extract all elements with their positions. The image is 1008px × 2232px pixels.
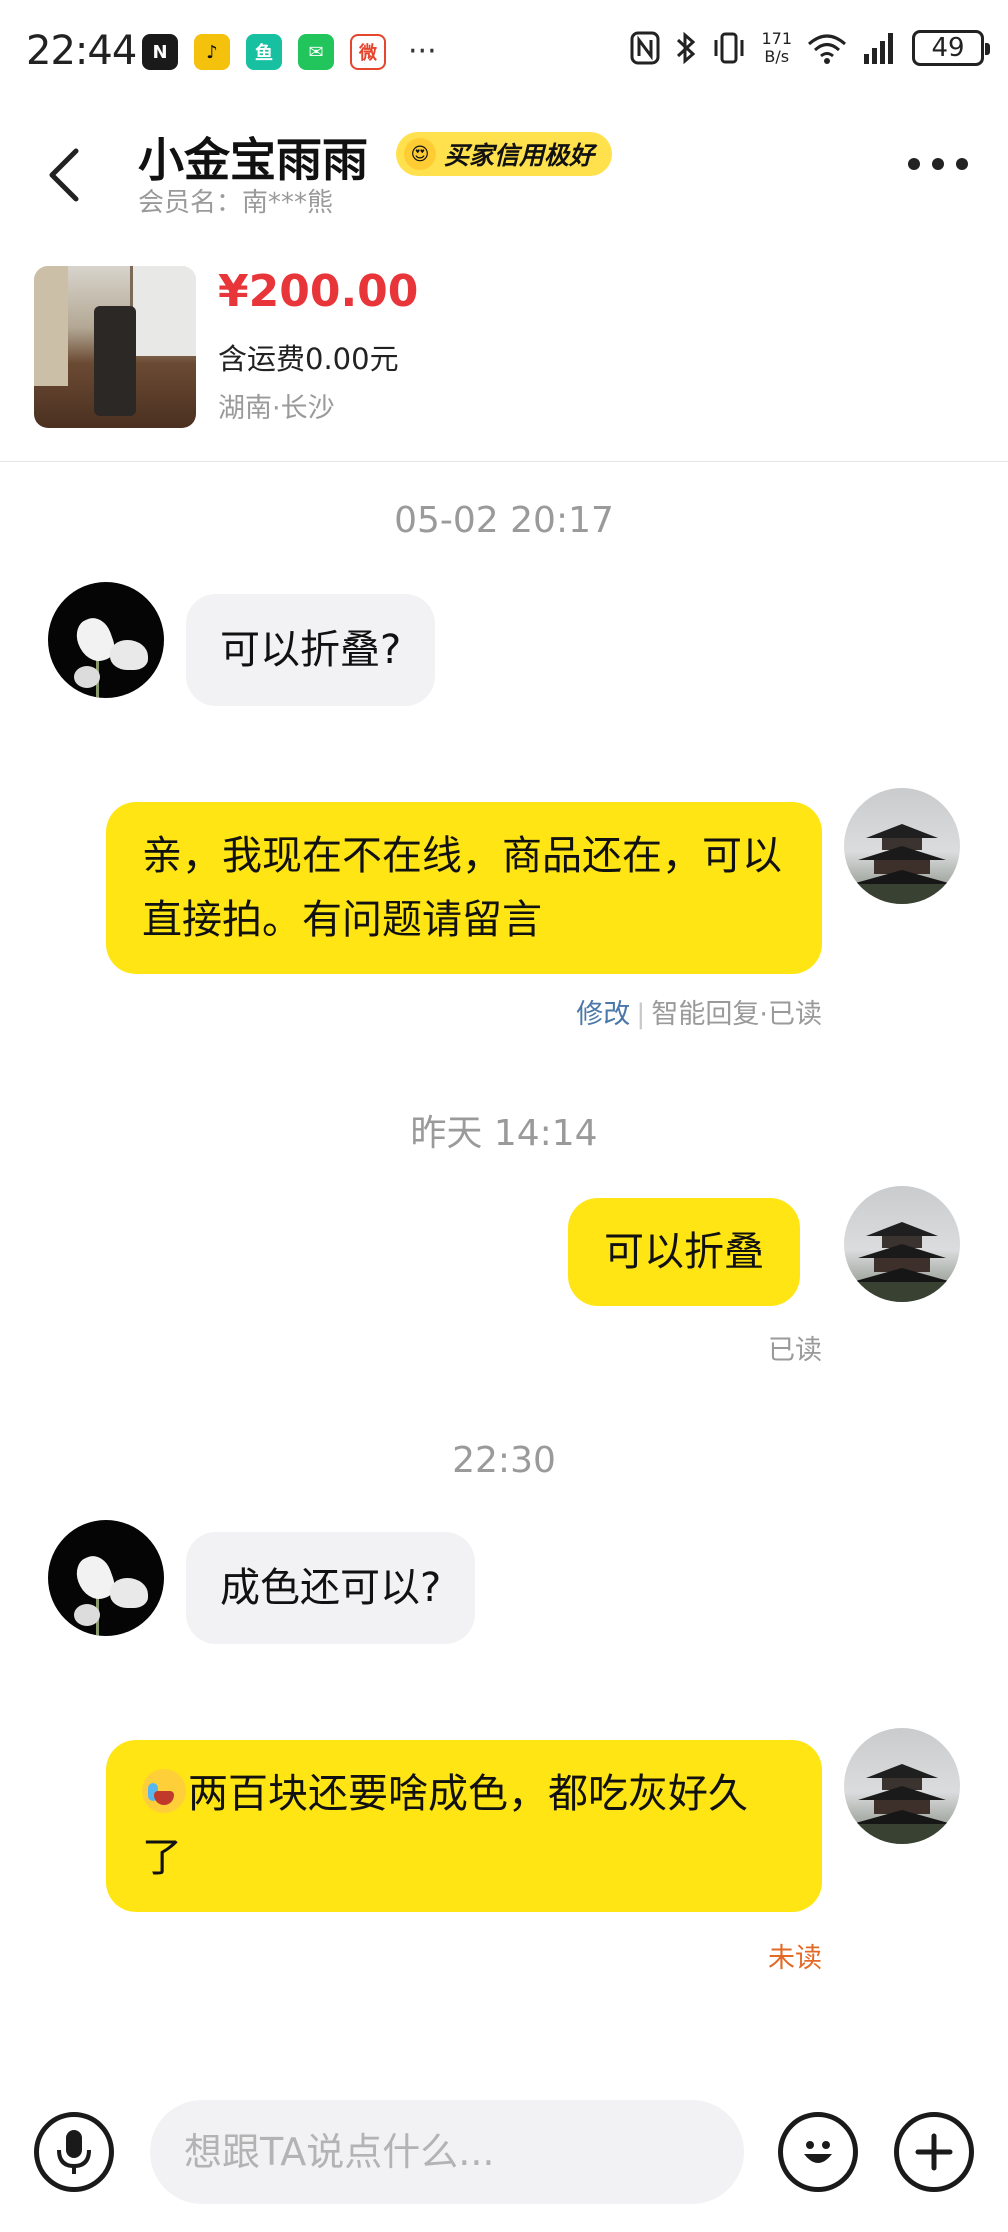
timestamp: 22:30 <box>452 1440 556 1481</box>
emoji-button[interactable] <box>778 2112 858 2192</box>
wifi-icon <box>808 34 846 64</box>
read-status: 已读 <box>768 1335 822 1366</box>
unread-status: 未读 <box>768 1943 822 1974</box>
battery-icon: 49 <box>912 30 990 66</box>
notification-icons: N ♪ 鱼 ✉ 微 ··· <box>142 34 437 70</box>
signal-icon <box>864 33 893 64</box>
back-button[interactable] <box>44 140 104 210</box>
buyer-avatar[interactable] <box>48 1520 164 1636</box>
plus-icon <box>915 2133 953 2171</box>
add-attachment-button[interactable] <box>894 2112 974 2192</box>
xianyu-app-icon: 鱼 <box>246 34 282 70</box>
product-price: ¥200.00 <box>218 266 419 317</box>
timestamp: 昨天 14:14 <box>410 1113 598 1154</box>
contact-name[interactable]: 小金宝雨雨 <box>138 124 368 190</box>
incoming-message[interactable]: 可以折叠? <box>186 594 436 706</box>
credit-badge[interactable]: 😍 买家信用极好 <box>396 132 613 176</box>
edit-link[interactable]: 修改 <box>576 999 630 1030</box>
credit-badge-label: 买家信用极好 <box>444 141 595 170</box>
outgoing-message[interactable]: 两百块还要啥成色，都吃灰好久了 <box>106 1740 822 1912</box>
outgoing-message[interactable]: 亲，我现在不在线，商品还在，可以直接拍。有问题请留言 <box>106 802 822 974</box>
incoming-message[interactable]: 成色还可以? <box>186 1532 476 1644</box>
product-shipping: 含运费0.00元 <box>218 342 399 376</box>
message-meta: 修改 | 智能回复·已读 <box>576 999 822 1030</box>
heart-eyes-icon: 😍 <box>404 138 436 170</box>
input-bar <box>0 2090 1008 2232</box>
bluetooth-icon <box>677 31 696 65</box>
vibrate-icon <box>714 32 744 64</box>
crying-laughing-emoji-icon <box>142 1769 186 1813</box>
buyer-avatar[interactable] <box>48 582 164 698</box>
timestamp: 05-02 20:17 <box>394 500 614 541</box>
product-image[interactable] <box>34 266 196 428</box>
voice-button[interactable] <box>34 2112 114 2192</box>
status-time: 22:44 <box>26 28 137 74</box>
message-input[interactable] <box>150 2100 744 2204</box>
notes-app-icon: N <box>142 34 178 70</box>
nfc-icon <box>630 31 660 65</box>
seller-avatar[interactable] <box>844 1186 960 1302</box>
more-options-button[interactable] <box>908 158 968 170</box>
dot-icon <box>956 158 968 170</box>
seller-avatar[interactable] <box>844 1728 960 1844</box>
product-card[interactable]: ¥200.00 含运费0.00元 湖南·长沙 <box>0 254 1008 462</box>
outgoing-message[interactable]: 可以折叠 <box>568 1198 800 1306</box>
dot-icon <box>932 158 944 170</box>
wechat-app-icon: ✉ <box>298 34 334 70</box>
status-bar: 22:44 N ♪ 鱼 ✉ 微 ··· 171 B/s 49 <box>0 0 1008 110</box>
smiley-icon <box>804 2141 832 2163</box>
more-notifications-icon: ··· <box>408 34 437 69</box>
microphone-icon <box>57 2130 91 2174</box>
member-name: 会员名：南***熊 <box>138 188 334 218</box>
qqmusic-app-icon: ♪ <box>194 34 230 70</box>
product-location: 湖南·长沙 <box>218 393 335 424</box>
weibo-app-icon: 微 <box>350 34 386 70</box>
seller-avatar[interactable] <box>844 788 960 904</box>
chat-header: 小金宝雨雨 😍 买家信用极好 会员名：南***熊 <box>0 110 1008 240</box>
dot-icon <box>908 158 920 170</box>
net-speed: 171 B/s <box>761 29 792 66</box>
chevron-left-icon <box>49 148 79 202</box>
smart-reply-status: 智能回复·已读 <box>651 999 822 1030</box>
status-right: 171 B/s 49 <box>629 29 990 66</box>
